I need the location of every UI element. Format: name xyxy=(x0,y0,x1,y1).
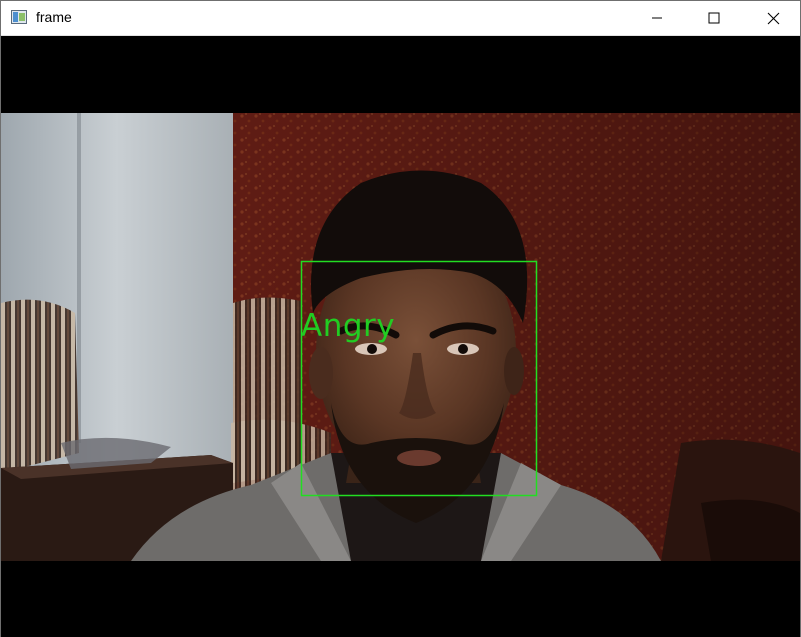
frame-canvas: Angry xyxy=(1,36,800,637)
face-box-layer xyxy=(300,260,538,497)
webcam-frame: Angry xyxy=(1,113,800,561)
app-window: frame Angry xyxy=(0,0,801,637)
face-detection-box xyxy=(300,260,538,497)
emotion-label: Angry xyxy=(301,308,396,344)
image-window-icon xyxy=(11,10,27,24)
minimize-button[interactable] xyxy=(634,1,680,35)
maximize-icon xyxy=(708,12,720,24)
maximize-button[interactable] xyxy=(691,1,737,35)
title-bar[interactable]: frame xyxy=(1,1,800,36)
window-title: frame xyxy=(36,9,72,25)
close-icon xyxy=(767,12,779,24)
minimize-icon xyxy=(652,17,662,19)
close-button[interactable] xyxy=(750,1,796,35)
